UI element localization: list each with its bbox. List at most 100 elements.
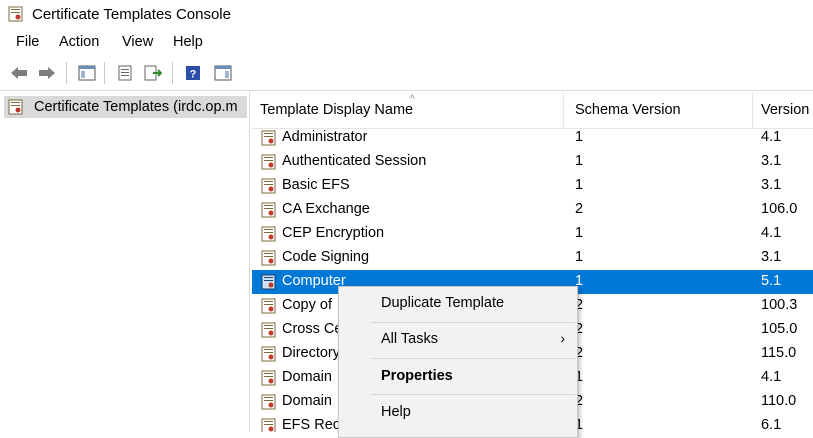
template-name-cell: Domain	[282, 393, 332, 409]
toolbar-divider	[104, 62, 105, 84]
template-name-cell: Cross Ce	[282, 321, 343, 337]
menu-item-label: Duplicate Template	[381, 295, 505, 311]
context-menu-divider	[371, 394, 575, 395]
context-menu: Duplicate Template All Tasks › Propertie…	[338, 286, 578, 438]
version-cell: 110.0	[761, 393, 797, 409]
context-menu-help[interactable]: Help	[339, 398, 577, 428]
forward-button[interactable]	[36, 62, 58, 84]
certificate-template-icon	[261, 346, 276, 362]
table-row[interactable]: Administrator 1 4.1	[252, 126, 813, 150]
toolbar-bottom-divider	[0, 90, 813, 91]
menu-item-label: Help	[381, 404, 411, 420]
template-name-cell: CA Exchange	[282, 201, 370, 217]
export-list-button[interactable]	[142, 62, 164, 84]
toolbar-divider	[66, 62, 67, 84]
certificate-template-icon	[261, 322, 276, 338]
tree-item-certificate-templates[interactable]: Certificate Templates (irdc.op.m	[4, 96, 247, 118]
toolbar: ?	[0, 58, 813, 88]
column-header-label: Version	[761, 102, 810, 118]
console-tree-icon	[78, 65, 96, 81]
submenu-chevron-icon: ›	[560, 330, 565, 346]
version-cell: 105.0	[761, 321, 798, 337]
version-cell: 3.1	[761, 153, 782, 169]
menu-item-label: All Tasks	[381, 331, 438, 347]
version-cell: 4.1	[761, 225, 782, 241]
table-row[interactable]: CEP Encryption 1 4.1	[252, 222, 813, 246]
console-tree-pane: Certificate Templates (irdc.op.m	[0, 92, 250, 432]
table-row[interactable]: Basic EFS 1 3.1	[252, 174, 813, 198]
action-pane-icon	[214, 65, 232, 81]
context-menu-all-tasks[interactable]: All Tasks ›	[339, 325, 577, 355]
column-header-label: Template Display Name	[260, 102, 414, 118]
table-row[interactable]: Code Signing 1 3.1	[252, 246, 813, 270]
toolbar-divider	[172, 62, 173, 84]
column-header-schema-version[interactable]: Schema Version	[567, 92, 753, 128]
help-icon: ?	[186, 66, 200, 81]
context-menu-divider	[371, 322, 575, 323]
menu-item-label: Properties	[381, 368, 453, 384]
sort-ascending-icon: ^	[410, 94, 415, 105]
column-header-version[interactable]: Version	[753, 92, 813, 128]
template-name-cell: Administrator	[282, 129, 368, 145]
menu-view[interactable]: View	[120, 34, 155, 50]
show-hide-console-tree-button[interactable]	[76, 62, 98, 84]
version-cell: 115.0	[761, 345, 797, 361]
certificate-template-icon	[261, 298, 276, 314]
version-cell: 106.0	[761, 201, 798, 217]
template-name-cell: Copy of	[282, 297, 332, 313]
menu-action[interactable]: Action	[57, 34, 101, 50]
back-arrow-icon	[11, 67, 27, 79]
column-header-template-name[interactable]: Template Display Name ^	[252, 92, 564, 128]
help-toolbar-button[interactable]: ?	[182, 62, 204, 84]
version-cell: 100.3	[761, 297, 798, 313]
context-menu-properties[interactable]: Properties	[339, 362, 577, 392]
schema-version-cell: 1	[575, 177, 584, 193]
template-name-cell: Code Signing	[282, 249, 370, 265]
svg-text:?: ?	[190, 69, 197, 81]
certificate-template-icon	[261, 130, 276, 146]
version-cell: 3.1	[761, 177, 782, 193]
properties-toolbar-button[interactable]	[114, 62, 136, 84]
window-title: Certificate Templates Console	[32, 6, 231, 23]
template-name-cell: Directory	[282, 345, 341, 361]
table-row[interactable]: Authenticated Session 1 3.1	[252, 150, 813, 174]
version-cell: 4.1	[761, 369, 782, 385]
certificate-console-icon	[8, 6, 23, 22]
certificate-template-icon	[261, 418, 276, 432]
template-name-cell: Authenticated Session	[282, 153, 427, 169]
certificate-template-icon	[261, 154, 276, 170]
forward-arrow-icon	[39, 67, 55, 79]
version-cell: 3.1	[761, 249, 782, 265]
version-cell: 5.1	[761, 273, 782, 289]
template-name-cell: Computer	[282, 273, 346, 289]
menu-help[interactable]: Help	[171, 34, 205, 50]
certificate-template-icon	[261, 394, 276, 410]
context-menu-divider	[371, 358, 575, 359]
schema-version-cell: 2	[575, 201, 584, 217]
back-button[interactable]	[8, 62, 30, 84]
context-menu-duplicate-template[interactable]: Duplicate Template	[339, 289, 577, 319]
schema-version-cell: 1	[575, 153, 584, 169]
table-row[interactable]: CA Exchange 2 106.0	[252, 198, 813, 222]
schema-version-cell: 1	[575, 129, 584, 145]
certificate-template-icon	[261, 274, 276, 290]
properties-sheet-icon	[118, 65, 132, 81]
certificate-template-icon	[8, 99, 23, 115]
show-hide-action-pane-button[interactable]	[212, 62, 234, 84]
menu-bar: File Action View Help	[0, 30, 813, 56]
certificate-template-icon	[261, 370, 276, 386]
certificate-template-icon	[261, 202, 276, 218]
certificate-template-icon	[261, 226, 276, 242]
version-cell: 4.1	[761, 129, 782, 145]
version-cell: 6.1	[761, 417, 782, 432]
export-list-icon	[144, 65, 162, 81]
tree-item-label: Certificate Templates (irdc.op.m	[34, 99, 238, 115]
schema-version-cell: 1	[575, 249, 584, 265]
template-name-cell: CEP Encryption	[282, 225, 385, 241]
certificate-template-icon	[261, 250, 276, 266]
menu-file[interactable]: File	[14, 34, 41, 50]
column-header-label: Schema Version	[575, 102, 681, 118]
template-name-cell: Basic EFS	[282, 177, 350, 193]
list-header: Template Display Name ^ Schema Version V…	[252, 92, 813, 129]
schema-version-cell: 1	[575, 225, 584, 241]
